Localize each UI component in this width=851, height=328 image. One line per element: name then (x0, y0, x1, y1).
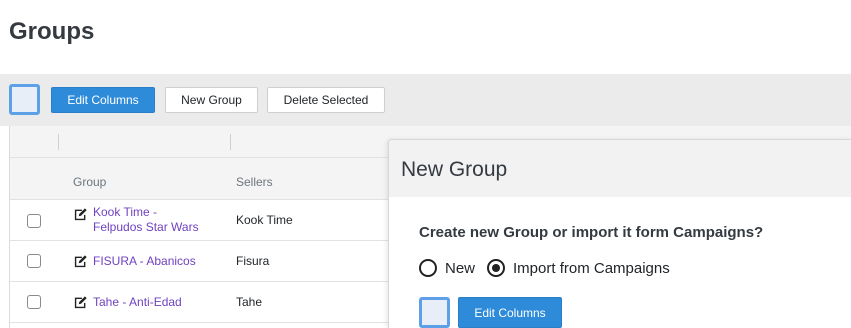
delete-selected-button[interactable]: Delete Selected (267, 87, 385, 113)
column-divider (58, 134, 59, 150)
edit-icon[interactable] (74, 295, 88, 309)
radio-new[interactable] (419, 259, 437, 277)
page-title: Groups (9, 18, 95, 45)
edit-icon[interactable] (74, 207, 88, 221)
group-link-line: Felpudos Star Wars (93, 220, 199, 234)
group-link-line: Kook Time - (93, 205, 158, 219)
group-link[interactable]: Tahe - Anti-Edad (93, 295, 182, 310)
group-link[interactable]: Kook Time - Felpudos Star Wars (93, 205, 199, 235)
new-group-modal: New Group Create new Group or import it … (388, 139, 851, 328)
seller-cell: Kook Time (236, 213, 293, 227)
edit-icon[interactable] (74, 254, 88, 268)
modal-header: New Group (389, 140, 851, 197)
row-checkbox[interactable] (27, 295, 41, 309)
column-header-group[interactable]: Group (73, 175, 106, 189)
radio-new-label[interactable]: New (445, 260, 475, 277)
modal-question: Create new Group or import it form Campa… (419, 224, 764, 241)
modal-select-all-checkbox[interactable] (419, 297, 450, 328)
seller-cell: Fisura (236, 254, 270, 268)
row-checkbox[interactable] (27, 254, 41, 268)
create-mode-radio-group: New Import from Campaigns (419, 259, 682, 277)
column-divider (230, 134, 231, 150)
edit-columns-button[interactable]: Edit Columns (51, 87, 155, 113)
new-group-button[interactable]: New Group (165, 87, 258, 113)
radio-import-label[interactable]: Import from Campaigns (513, 260, 670, 277)
radio-selected-dot (492, 264, 501, 272)
seller-cell: Tahe (236, 295, 263, 309)
toolbar: Edit Columns New Group Delete Selected (0, 74, 851, 126)
row-checkbox[interactable] (27, 214, 41, 228)
modal-edit-columns-button[interactable]: Edit Columns (458, 297, 562, 328)
column-header-sellers[interactable]: Sellers (236, 175, 273, 189)
modal-title: New Group (401, 158, 508, 181)
select-all-checkbox[interactable] (9, 84, 40, 115)
radio-import-from-campaigns[interactable] (487, 259, 506, 277)
group-link[interactable]: FISURA - Abanicos (93, 254, 196, 269)
